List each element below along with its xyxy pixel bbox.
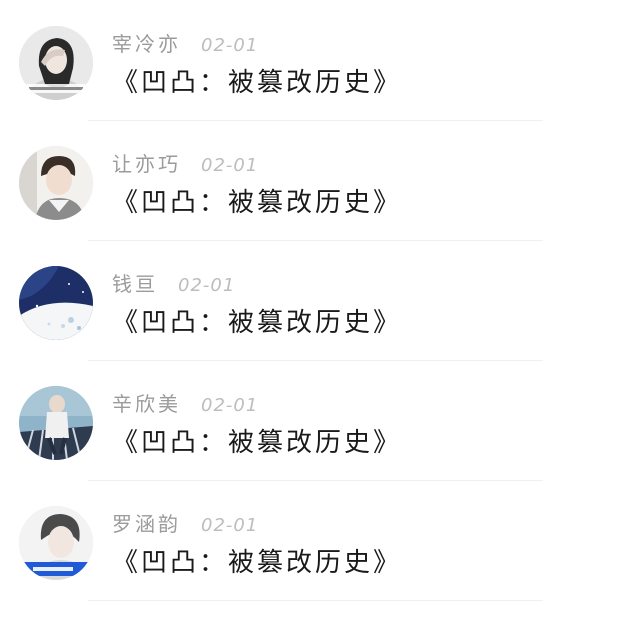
- author-name: 让亦巧: [112, 152, 181, 176]
- story-title[interactable]: 《凹凸：被篡改历史》: [112, 542, 402, 579]
- author-name: 钱亘: [112, 272, 158, 296]
- post-date: 02-01: [201, 395, 259, 416]
- post-date: 02-01: [201, 155, 259, 176]
- avatar-boy-icon[interactable]: [19, 146, 93, 220]
- list-item[interactable]: 钱亘 02-01 《凹凸：被篡改历史》: [0, 240, 640, 361]
- author-name: 宰冷亦: [112, 32, 181, 56]
- avatar-night-sky-icon[interactable]: [19, 266, 93, 340]
- story-title[interactable]: 《凹凸：被篡改历史》: [112, 62, 402, 99]
- divider: [88, 600, 543, 601]
- post-date: 02-01: [178, 275, 236, 296]
- message-list: 宰冷亦 02-01 《凹凸：被篡改历史》 让亦巧 02-01 《凹凸：被篡改历史…: [0, 0, 640, 619]
- story-title[interactable]: 《凹凸：被篡改历史》: [112, 182, 402, 219]
- list-item[interactable]: 辛欣美 02-01 《凹凸：被篡改历史》: [0, 360, 640, 481]
- avatar-portrait-icon[interactable]: [19, 506, 93, 580]
- post-date: 02-01: [201, 515, 259, 536]
- story-title[interactable]: 《凹凸：被篡改历史》: [112, 422, 402, 459]
- avatar-couple-icon[interactable]: [19, 386, 93, 460]
- author-name: 辛欣美: [112, 392, 181, 416]
- list-item[interactable]: 罗涵韵 02-01 《凹凸：被篡改历史》: [0, 480, 640, 601]
- post-date: 02-01: [201, 35, 259, 56]
- avatar-girl-hand-icon[interactable]: [19, 26, 93, 100]
- author-name: 罗涵韵: [112, 512, 181, 536]
- list-item[interactable]: 宰冷亦 02-01 《凹凸：被篡改历史》: [0, 0, 640, 121]
- story-title[interactable]: 《凹凸：被篡改历史》: [112, 302, 402, 339]
- list-item[interactable]: 让亦巧 02-01 《凹凸：被篡改历史》: [0, 120, 640, 241]
